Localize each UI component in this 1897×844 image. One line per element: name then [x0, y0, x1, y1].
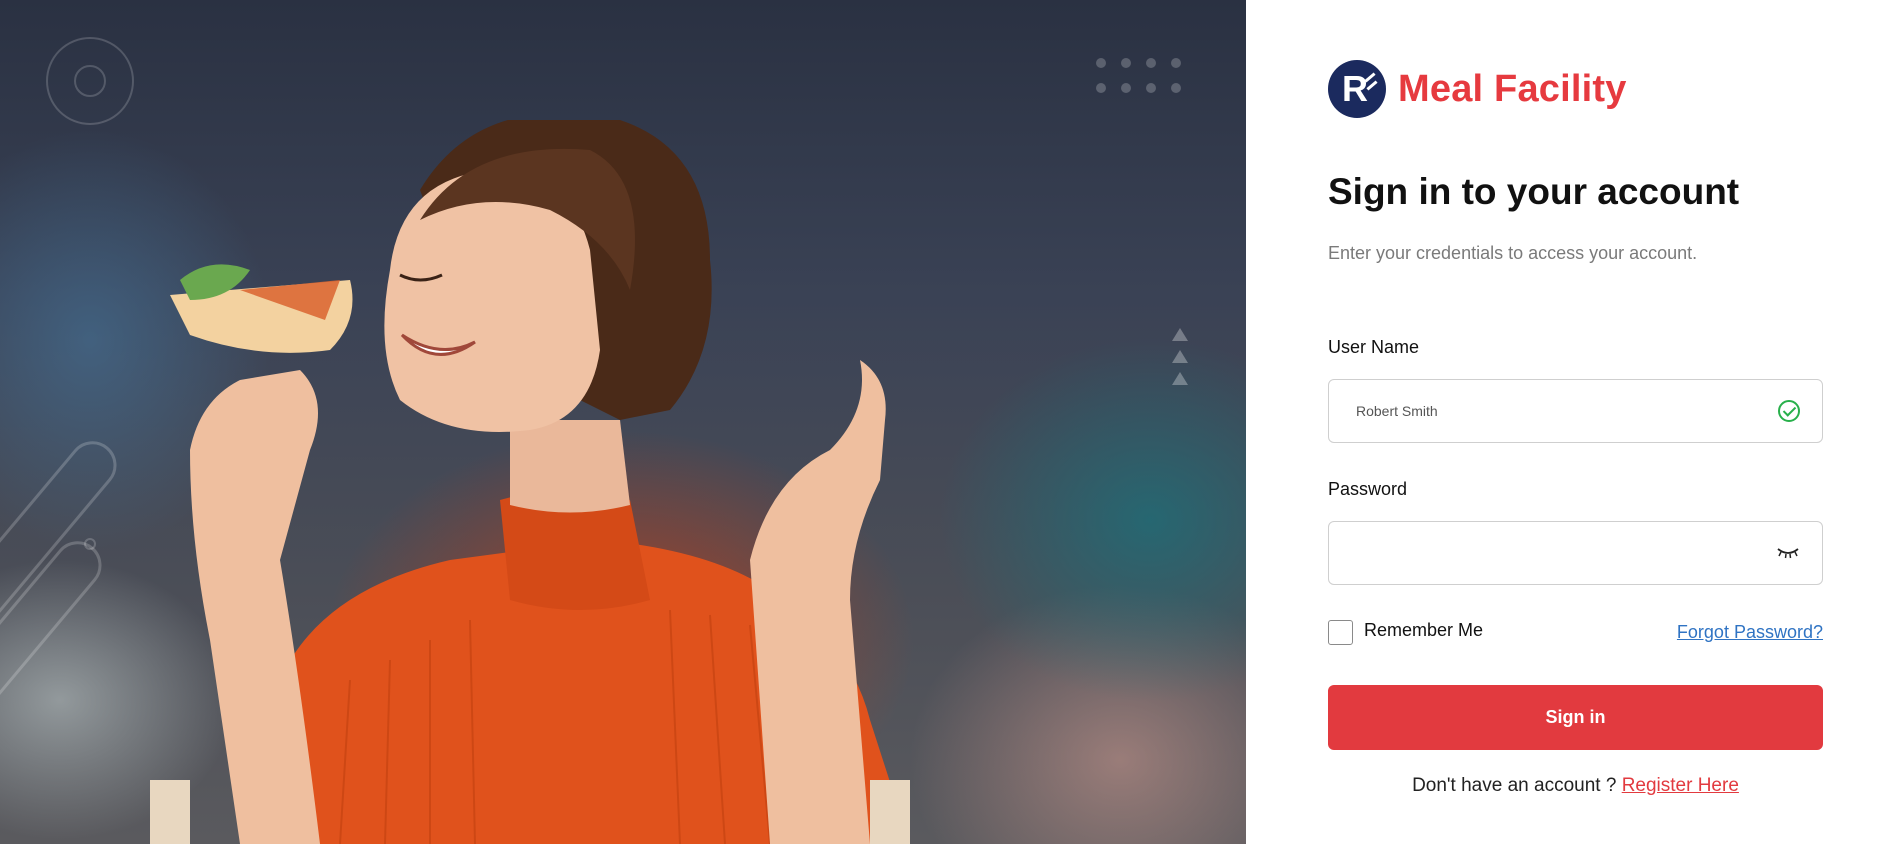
register-prompt: Don't have an account ? Register Here [1328, 775, 1823, 797]
sign-in-panel: R Meal Facility Sign in to your account … [1246, 0, 1897, 844]
remember-me-group: Remember Me [1328, 620, 1483, 645]
brand-name: Meal Facility [1398, 67, 1627, 110]
eye-closed-icon[interactable] [1776, 546, 1800, 560]
woman-eating-pizza-illustration [150, 120, 910, 844]
remember-me-checkbox[interactable] [1328, 620, 1353, 645]
page-subtitle: Enter your credentials to access your ac… [1328, 243, 1698, 263]
brand-logo-icon: R [1328, 60, 1386, 118]
register-link[interactable]: Register Here [1622, 775, 1739, 796]
password-field-wrapper [1328, 521, 1823, 585]
page-title: Sign in to your account [1328, 171, 1740, 212]
password-label: Password [1328, 479, 1408, 499]
sign-in-button[interactable]: Sign in [1328, 685, 1823, 750]
username-field-wrapper [1328, 379, 1823, 443]
remember-me-label[interactable]: Remember Me [1364, 620, 1483, 641]
decorative-dot-grid [1096, 58, 1181, 93]
valid-check-icon [1778, 400, 1800, 422]
password-input[interactable] [1356, 545, 1776, 561]
decorative-triangle-icon [1172, 328, 1188, 341]
register-prompt-text: Don't have an account ? [1412, 775, 1622, 796]
username-label: User Name [1328, 337, 1420, 357]
decorative-triangle-icon [1172, 350, 1188, 363]
decorative-small-circle [84, 538, 96, 550]
forgot-password-link[interactable]: Forgot Password? [1677, 622, 1823, 643]
decorative-ring-inner [74, 65, 106, 97]
hero-image-panel [0, 0, 1246, 844]
decorative-triangle-icon [1172, 372, 1188, 385]
username-input[interactable] [1356, 403, 1778, 419]
brand-header: R Meal Facility [1328, 60, 1627, 118]
